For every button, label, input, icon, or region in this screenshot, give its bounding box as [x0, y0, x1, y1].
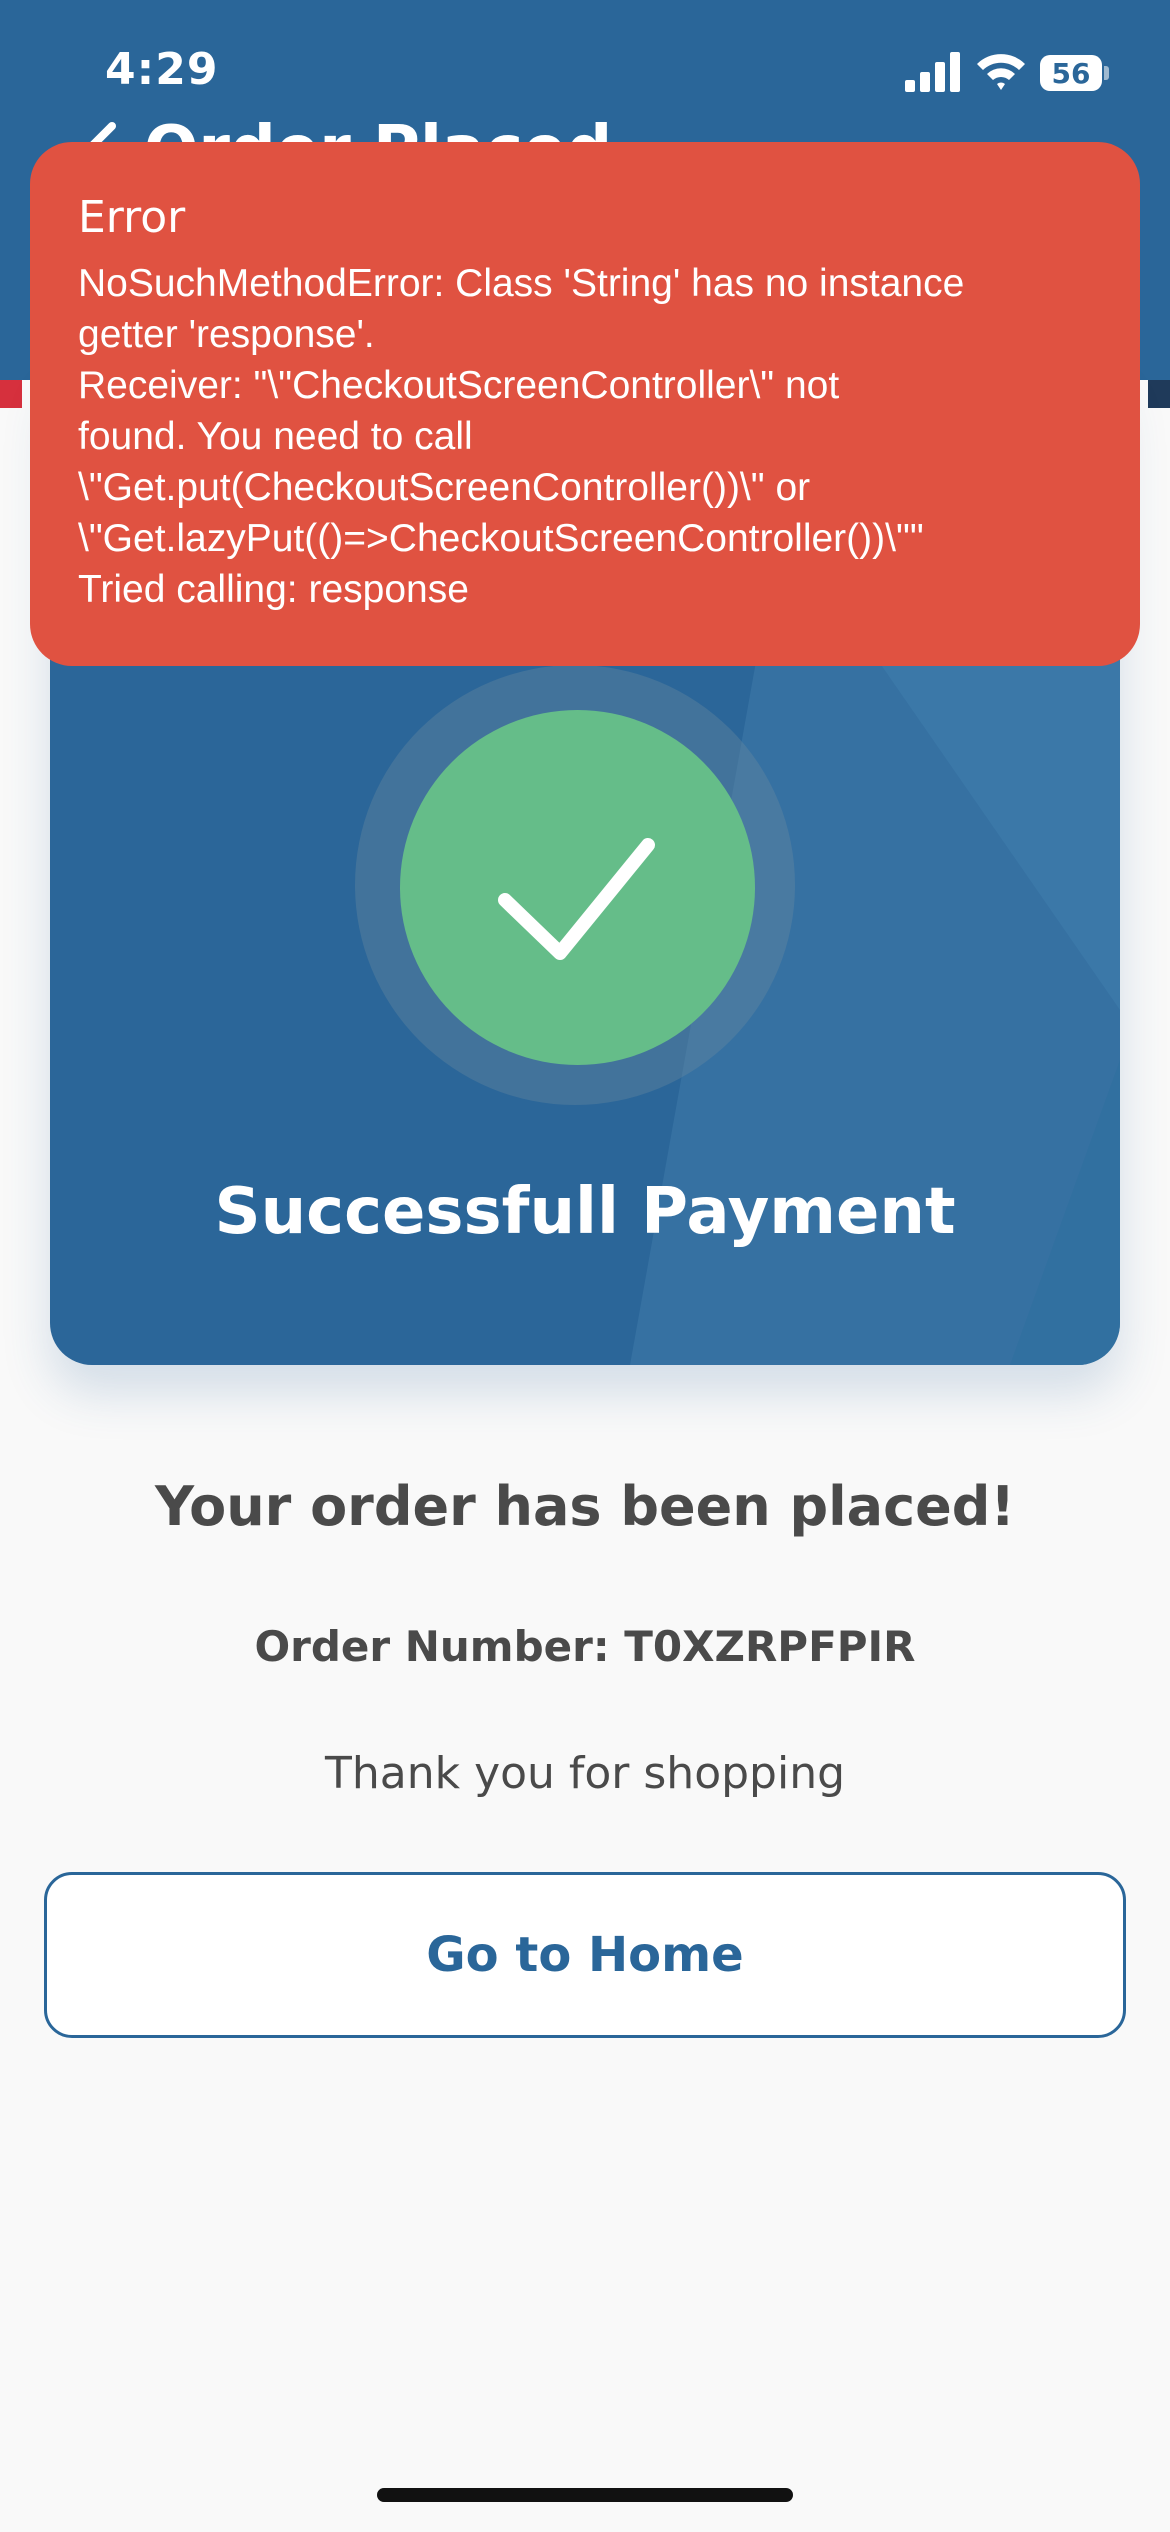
error-message: NoSuchMethodError: Class 'String' has no…: [78, 262, 965, 611]
status-time: 4:29: [105, 44, 219, 95]
go-to-home-button[interactable]: Go to Home: [44, 1872, 1126, 2038]
battery-level: 56: [1051, 56, 1091, 90]
battery-icon: 56: [1040, 55, 1102, 91]
header-accent-dark: [1148, 380, 1170, 408]
order-headline: Your order has been placed!: [154, 1475, 1016, 1538]
home-indicator[interactable]: [377, 2488, 793, 2502]
order-number: Order Number: T0XZRPFPIR: [254, 1622, 916, 1671]
checkmark-icon: [498, 838, 655, 960]
thanks-message: Thank you for shopping: [324, 1748, 846, 1799]
go-to-home-label: Go to Home: [426, 1927, 744, 1983]
wifi-icon: [977, 54, 1025, 90]
signal-icon: [905, 52, 960, 92]
payment-status-title: Successfull Payment: [214, 1175, 956, 1249]
error-title: Error: [78, 192, 186, 243]
error-snackbar[interactable]: Error NoSuchMethodError: Class 'String' …: [30, 142, 1140, 666]
battery-nub: [1104, 66, 1109, 80]
header-accent-red: [0, 380, 22, 408]
